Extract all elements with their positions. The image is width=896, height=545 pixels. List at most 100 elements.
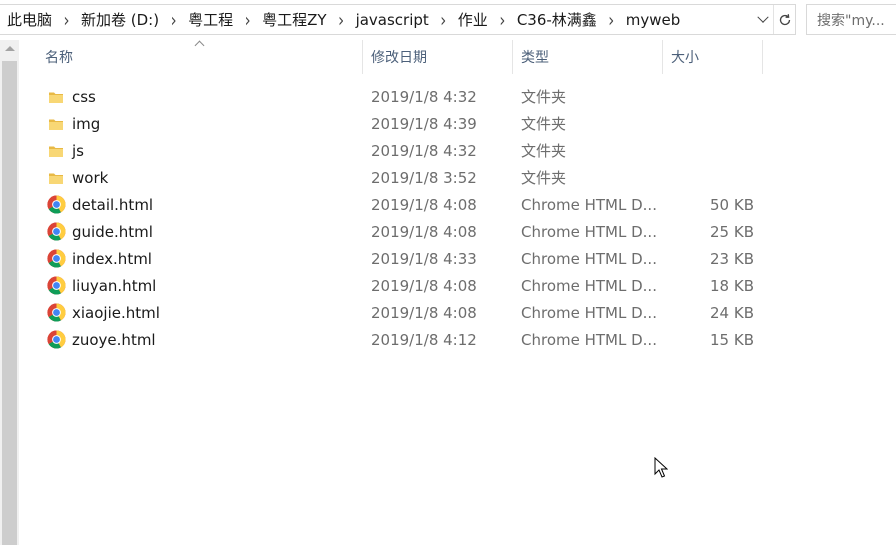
file-size: 24 KB	[710, 303, 754, 322]
file-name-cell[interactable]: index.html	[46, 245, 152, 272]
mouse-cursor-icon	[654, 456, 669, 483]
breadcrumb-separator-icon[interactable]	[328, 11, 355, 29]
column-header-size-label: 大小	[671, 50, 699, 66]
file-name: img	[72, 114, 101, 133]
column-header-date[interactable]: 修改日期	[363, 40, 513, 74]
file-type: Chrome HTML D...	[521, 276, 657, 295]
column-header-name-label: 名称	[45, 50, 73, 66]
file-type: 文件夹	[521, 115, 567, 133]
file-name-cell[interactable]: css	[46, 83, 96, 110]
sort-ascending-icon	[195, 42, 207, 50]
file-name-cell[interactable]: js	[46, 137, 84, 164]
chrome-icon	[46, 195, 66, 215]
file-name: xiaojie.html	[72, 303, 160, 322]
breadcrumb-javascript[interactable]: javascript	[355, 11, 430, 29]
file-row[interactable]: css 2019/1/8 4:32 文件夹	[19, 83, 896, 110]
column-header-type[interactable]: 类型	[513, 40, 663, 74]
file-date: 2019/1/8 4:08	[371, 222, 477, 241]
file-date: 2019/1/8 4:32	[371, 87, 477, 106]
file-size	[653, 164, 754, 191]
file-row[interactable]: zuoye.html 2019/1/8 4:12 Chrome HTML D... 1…	[19, 326, 896, 353]
breadcrumb-yue-gongcheng-zy[interactable]: 粤工程ZY	[261, 9, 327, 30]
breadcrumb-separator-icon[interactable]	[430, 11, 457, 29]
breadcrumb-yue-gongcheng[interactable]: 粤工程	[187, 9, 234, 30]
column-header-size[interactable]: 大小	[663, 40, 763, 74]
chrome-icon	[46, 303, 66, 323]
file-type: Chrome HTML D...	[521, 330, 657, 349]
folder-icon	[46, 114, 66, 134]
column-header-date-label: 修改日期	[371, 50, 427, 66]
file-name: js	[72, 141, 84, 160]
file-name: work	[72, 168, 109, 187]
file-row[interactable]: js 2019/1/8 4:32 文件夹	[19, 137, 896, 164]
file-row[interactable]: xiaojie.html 2019/1/8 4:08 Chrome HTML D..…	[19, 299, 896, 326]
breadcrumb-separator-icon[interactable]	[234, 11, 261, 29]
file-row[interactable]: img 2019/1/8 4:39 文件夹	[19, 110, 896, 137]
file-name: zuoye.html	[72, 330, 156, 349]
file-row[interactable]: liuyan.html 2019/1/8 4:08 Chrome HTML D...…	[19, 272, 896, 299]
file-row[interactable]: guide.html 2019/1/8 4:08 Chrome HTML D... 2…	[19, 218, 896, 245]
scroll-up-arrow-icon[interactable]	[0, 40, 19, 57]
chrome-icon	[46, 276, 66, 296]
file-name-cell[interactable]: detail.html	[46, 191, 153, 218]
column-divider[interactable]	[762, 40, 763, 74]
file-type: Chrome HTML D...	[521, 222, 657, 241]
breadcrumb-separator-icon[interactable]	[489, 11, 516, 29]
file-size	[653, 110, 754, 137]
file-date: 2019/1/8 4:33	[371, 249, 477, 268]
file-list: css 2019/1/8 4:32 文件夹 img 2019/1/8 4:39 文件夹 js…	[19, 83, 896, 353]
folder-icon	[46, 141, 66, 161]
file-size: 18 KB	[710, 276, 754, 295]
file-type: Chrome HTML D...	[521, 195, 657, 214]
address-bar[interactable]: 此电脑 新加卷 (D:) 粤工程 粤工程ZY javascript 作业 C36…	[0, 4, 796, 35]
file-row[interactable]: index.html 2019/1/8 4:33 Chrome HTML D... 2…	[19, 245, 896, 272]
refresh-icon[interactable]	[773, 5, 795, 34]
file-size: 50 KB	[710, 195, 754, 214]
file-name: guide.html	[72, 222, 153, 241]
file-size: 15 KB	[710, 330, 754, 349]
file-name-cell[interactable]: work	[46, 164, 108, 191]
chrome-icon	[46, 330, 66, 350]
file-type: Chrome HTML D...	[521, 303, 657, 322]
breadcrumb-myweb[interactable]: myweb	[625, 11, 682, 29]
file-date: 2019/1/8 4:08	[371, 276, 477, 295]
folder-icon	[46, 168, 66, 188]
breadcrumb-separator-icon[interactable]	[53, 11, 80, 29]
vertical-scrollbar[interactable]	[0, 40, 19, 545]
file-date: 2019/1/8 3:52	[371, 168, 477, 187]
file-name-cell[interactable]: img	[46, 110, 100, 137]
folder-icon	[46, 87, 66, 107]
breadcrumb-separator-icon[interactable]	[598, 11, 625, 29]
breadcrumb-c36[interactable]: C36-林满鑫	[516, 9, 598, 30]
file-row[interactable]: detail.html 2019/1/8 4:08 Chrome HTML D...…	[19, 191, 896, 218]
file-type: 文件夹	[521, 88, 567, 106]
file-name: liuyan.html	[72, 276, 157, 295]
scrollbar-thumb[interactable]	[2, 61, 17, 545]
file-name: index.html	[72, 249, 152, 268]
breadcrumb-drive-d[interactable]: 新加卷 (D:)	[80, 9, 160, 30]
file-name-cell[interactable]: xiaojie.html	[46, 299, 160, 326]
file-date: 2019/1/8 4:39	[371, 114, 477, 133]
file-name: detail.html	[72, 195, 154, 214]
file-name-cell[interactable]: guide.html	[46, 218, 153, 245]
file-name-cell[interactable]: liuyan.html	[46, 272, 156, 299]
file-size: 25 KB	[710, 222, 754, 241]
breadcrumb-separator-icon[interactable]	[160, 11, 187, 29]
breadcrumb: 此电脑 新加卷 (D:) 粤工程 粤工程ZY javascript 作业 C36…	[0, 5, 753, 34]
breadcrumb-zuoye[interactable]: 作业	[457, 9, 489, 30]
column-header-type-label: 类型	[521, 50, 549, 66]
file-size: 23 KB	[710, 249, 754, 268]
file-date: 2019/1/8 4:08	[371, 195, 477, 214]
search-input[interactable]: 搜索"my...	[806, 4, 896, 35]
file-name-cell[interactable]: zuoye.html	[46, 326, 156, 353]
file-size	[653, 137, 754, 164]
file-row[interactable]: work 2019/1/8 3:52 文件夹	[19, 164, 896, 191]
breadcrumb-this-pc[interactable]: 此电脑	[6, 9, 53, 30]
file-type: 文件夹	[521, 169, 567, 187]
chrome-icon	[46, 222, 66, 242]
file-size	[653, 83, 754, 110]
column-header-row: 名称 修改日期 类型 大小	[19, 40, 896, 74]
chevron-down-icon[interactable]	[753, 5, 773, 34]
file-date: 2019/1/8 4:08	[371, 303, 477, 322]
file-name: css	[72, 87, 96, 106]
